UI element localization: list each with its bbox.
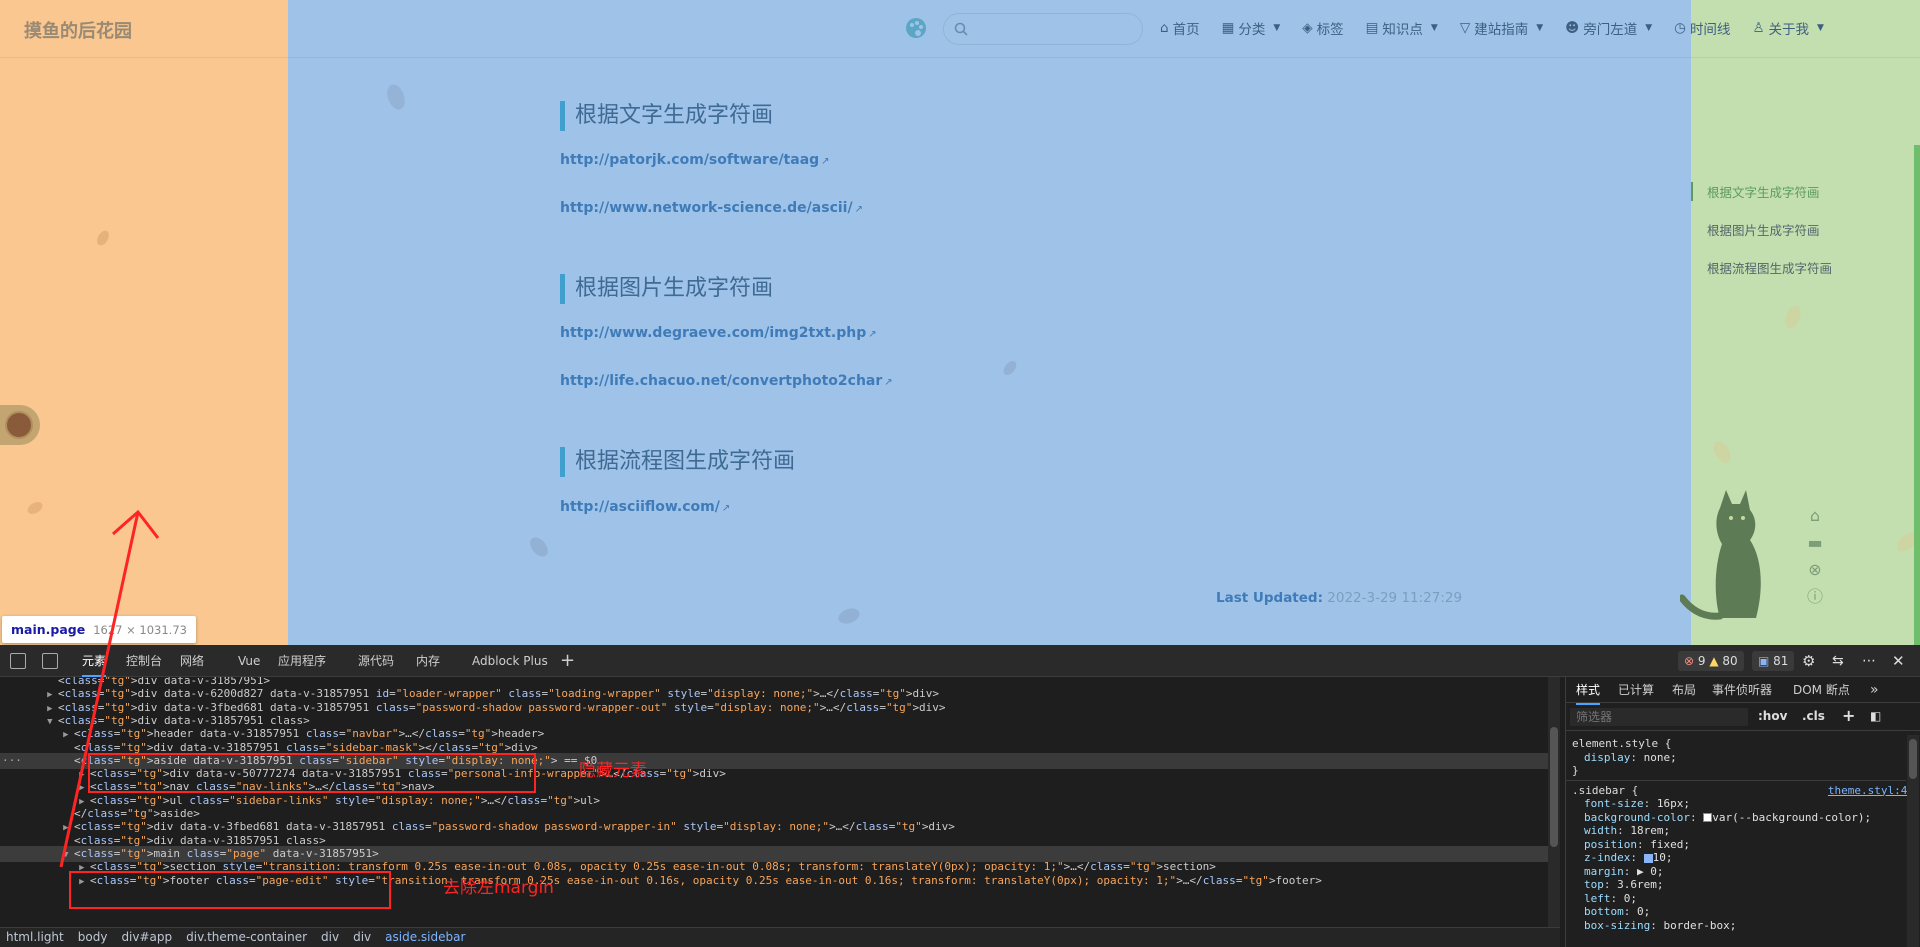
annotation-box-aside: [88, 753, 536, 793]
annotation-box-main: [69, 871, 391, 909]
screenshot-stage: 摸鱼的后花园 ⌂ 首页 ▦ 分类 ▼ ◈ 标签 ▤ 知识点 ▼ ▽ 建站指南 ▼ ☻ 旁门左道 ▼ …: [0, 0, 1920, 947]
annotation-remove-margin: 去除左margin: [443, 878, 554, 898]
annotation-arrow: [59, 509, 160, 868]
annotation-hide-element: 隐藏元素: [579, 761, 647, 781]
